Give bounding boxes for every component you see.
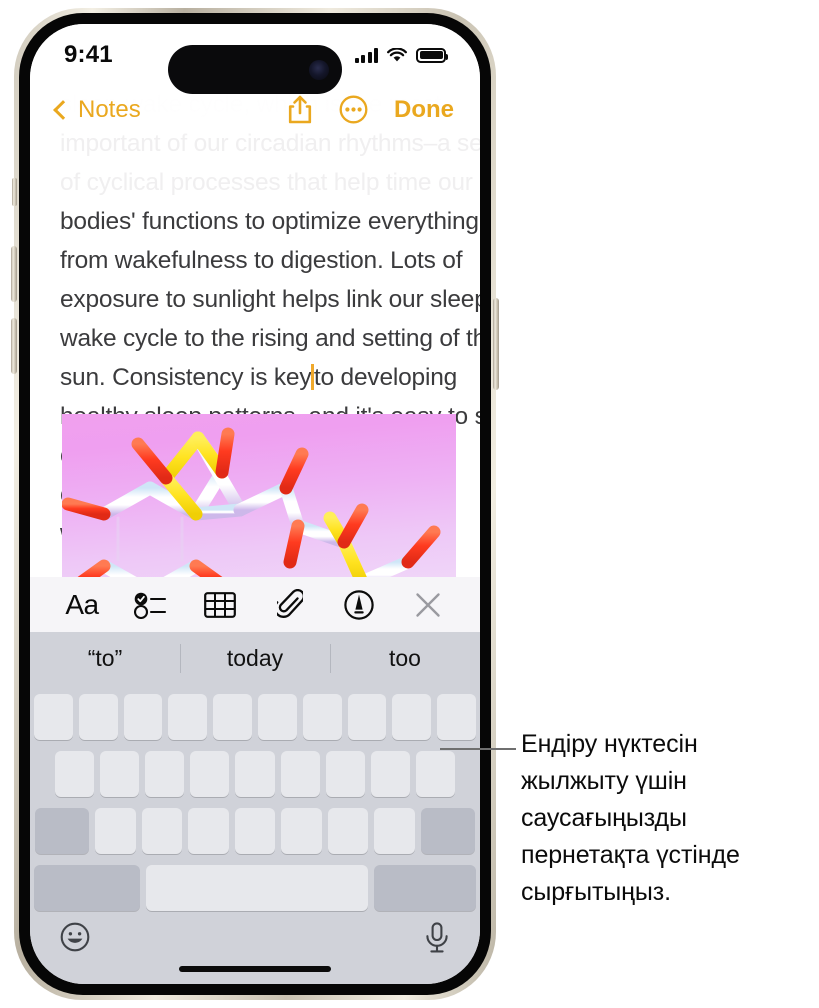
table-icon[interactable] bbox=[198, 585, 242, 625]
battery-icon bbox=[416, 47, 448, 63]
keyboard-key[interactable] bbox=[374, 808, 415, 854]
signal-bars-icon bbox=[354, 47, 378, 63]
volume-up-button[interactable] bbox=[11, 246, 17, 302]
keyboard-key[interactable] bbox=[235, 751, 275, 797]
done-button[interactable]: Done bbox=[394, 96, 454, 124]
space-key[interactable] bbox=[145, 865, 369, 911]
callout-text: Ендіру нүктесін жылжыту үшін саусағыңызд… bbox=[521, 730, 740, 906]
dynamic-island bbox=[168, 45, 342, 94]
keyboard-key[interactable] bbox=[370, 751, 410, 797]
keyboard-key[interactable] bbox=[188, 808, 229, 854]
back-to-notes-button[interactable]: Notes bbox=[53, 95, 141, 124]
keyboard-key[interactable] bbox=[55, 751, 95, 797]
note-line: wake cycle to the rising and setting of … bbox=[60, 325, 480, 352]
keyboard-row-2 bbox=[34, 751, 476, 797]
keyboard-key[interactable] bbox=[34, 694, 73, 740]
iphone-device-frame: Sunlight has a profound impact on the sl… bbox=[11, 8, 499, 1000]
keyboard-key[interactable] bbox=[392, 694, 432, 740]
wifi-icon bbox=[387, 47, 407, 61]
keyboard-key[interactable] bbox=[327, 808, 369, 854]
nav-actions: Done bbox=[287, 95, 454, 125]
keyboard-key[interactable] bbox=[302, 694, 342, 740]
note-text-before-caret: sun. Consistency is key bbox=[60, 364, 312, 391]
keyboard-key[interactable] bbox=[123, 694, 163, 740]
keyboard-row-1 bbox=[34, 694, 476, 740]
keyboard-key[interactable] bbox=[234, 808, 276, 854]
molecule-illustration bbox=[62, 427, 441, 589]
keyboard-key[interactable] bbox=[213, 694, 252, 740]
keyboard-key[interactable] bbox=[437, 694, 476, 740]
keyboard-key[interactable] bbox=[100, 751, 140, 797]
microphone-icon[interactable] bbox=[424, 922, 450, 959]
keyboard-key[interactable] bbox=[145, 751, 185, 797]
emoji-smiley-icon[interactable] bbox=[60, 922, 90, 957]
keyboard-key[interactable] bbox=[280, 751, 320, 797]
onscreen-keyboard[interactable] bbox=[30, 685, 480, 984]
screenshot-canvas: Sunlight has a profound impact on the sl… bbox=[0, 0, 819, 1008]
keyboard-key[interactable] bbox=[325, 751, 365, 797]
status-indicators bbox=[354, 47, 448, 63]
note-line-with-caret: sun. Consistency is key to developing bbox=[60, 358, 457, 397]
keyboard-key[interactable] bbox=[258, 694, 297, 740]
keyboard-key[interactable] bbox=[281, 808, 322, 854]
phone-screen: Sunlight has a profound impact on the sl… bbox=[30, 24, 480, 984]
paperclip-attachment-icon[interactable] bbox=[268, 585, 312, 625]
callout-leader-line bbox=[440, 748, 516, 750]
keyboard-key[interactable] bbox=[95, 808, 136, 854]
device-bezel: Sunlight has a profound impact on the sl… bbox=[19, 13, 491, 995]
keyboard-row-3 bbox=[34, 808, 476, 854]
note-line: from wakefulness to digestion. Lots of bbox=[60, 247, 463, 274]
note-faded-line: of cyclical processes that help time our bbox=[60, 169, 473, 196]
text-format-icon[interactable]: Aa bbox=[60, 585, 104, 625]
note-line: exposure to sunlight helps link our slee… bbox=[60, 286, 480, 313]
silent-switch[interactable] bbox=[12, 178, 17, 206]
keyboard-key[interactable] bbox=[190, 751, 230, 797]
delete-key[interactable] bbox=[420, 808, 475, 854]
chevron-left-icon bbox=[53, 99, 73, 120]
predictive-suggestion[interactable]: “to” bbox=[30, 632, 180, 685]
more-ellipsis-icon[interactable] bbox=[339, 95, 368, 124]
share-icon[interactable] bbox=[287, 95, 313, 125]
return-key[interactable] bbox=[374, 865, 476, 911]
back-button-label: Notes bbox=[78, 95, 141, 123]
home-indicator bbox=[179, 966, 331, 972]
keyboard-row-4 bbox=[34, 865, 476, 911]
markup-pen-icon[interactable] bbox=[337, 585, 381, 625]
status-clock: 9:41 bbox=[64, 41, 113, 68]
keyboard-key[interactable] bbox=[141, 808, 183, 854]
front-camera-icon bbox=[309, 59, 329, 80]
keyboard-key-callout-target[interactable] bbox=[415, 751, 455, 797]
numbers-mode-key[interactable] bbox=[34, 865, 140, 911]
volume-down-button[interactable] bbox=[11, 318, 17, 374]
note-attached-image[interactable] bbox=[62, 414, 456, 589]
power-button[interactable] bbox=[493, 298, 499, 390]
predictive-suggestion[interactable]: too bbox=[330, 632, 480, 685]
keyboard-key[interactable] bbox=[347, 694, 387, 740]
shift-key[interactable] bbox=[35, 808, 90, 854]
keyboard-key[interactable] bbox=[168, 694, 208, 740]
predictive-suggestion[interactable]: today bbox=[180, 632, 330, 685]
checklist-icon[interactable] bbox=[129, 585, 173, 625]
format-toolbar: Aa bbox=[30, 577, 480, 632]
note-text-after-caret: to developing bbox=[313, 364, 458, 391]
note-line: bodies' functions to optimize everything bbox=[60, 208, 479, 235]
keyboard-key[interactable] bbox=[78, 694, 118, 740]
keyboard-bottom-row bbox=[30, 916, 480, 984]
predictive-text-bar: “to” today too bbox=[30, 632, 480, 685]
close-x-icon[interactable] bbox=[406, 585, 450, 625]
